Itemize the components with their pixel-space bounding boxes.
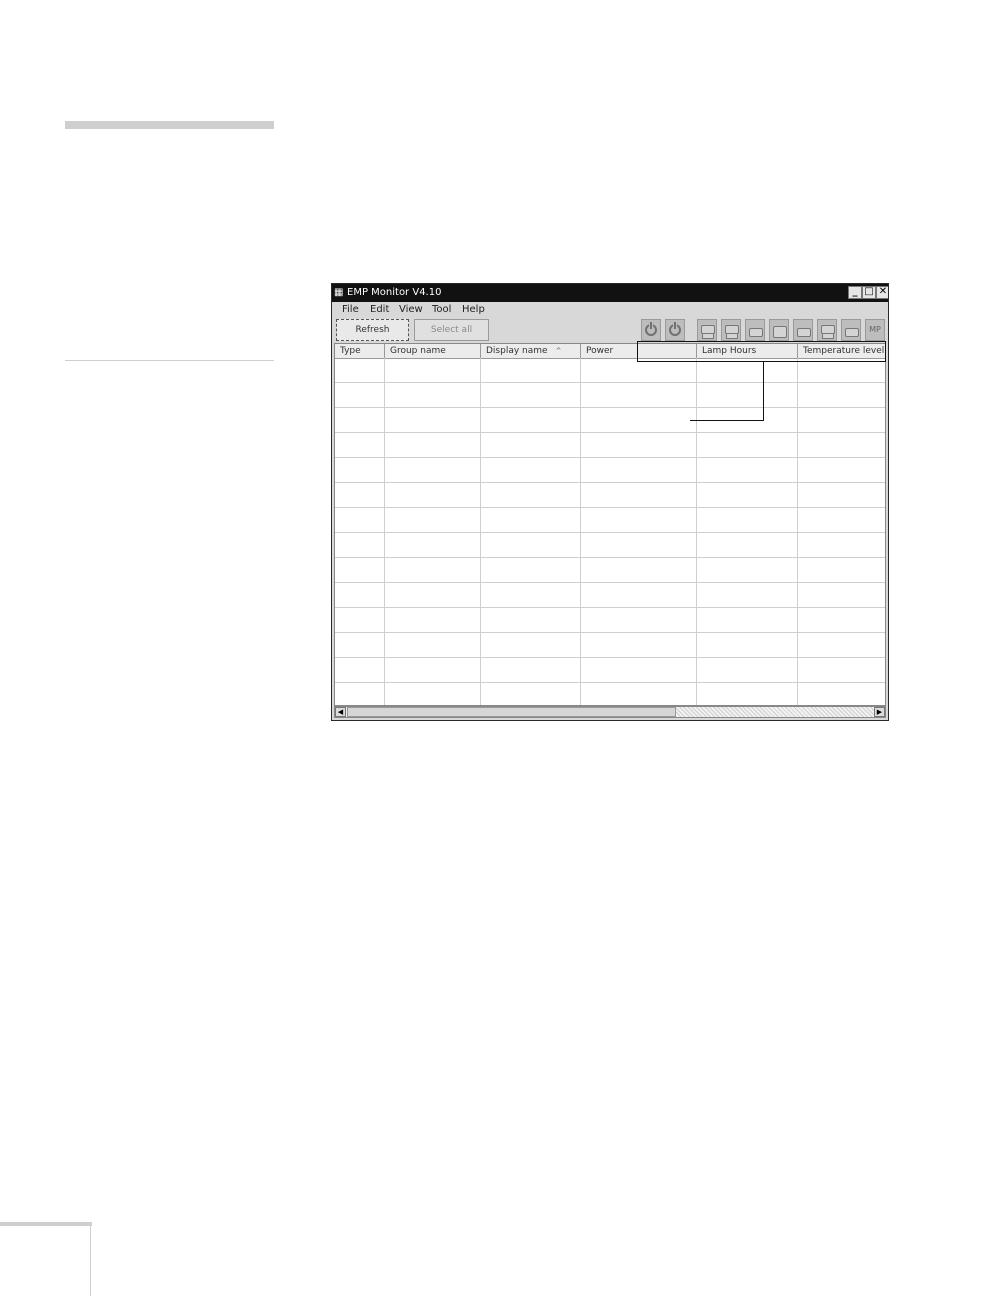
table-row [335,632,885,633]
input-usb-icon[interactable] [841,319,861,341]
margin-bar [65,121,274,129]
input-svideo-icon[interactable] [769,319,789,341]
sort-ascending-icon: ^ [555,347,562,355]
power-on-icon[interactable] [641,319,661,341]
column-power-label: Power [586,346,614,356]
table-row [335,607,885,608]
port-icon [773,326,787,338]
scroll-track[interactable] [676,707,874,717]
scroll-thumb[interactable] [347,707,676,717]
maximize-button[interactable]: □ [862,286,876,299]
power-on-icon-glyph [645,322,657,336]
input-dvi-icon[interactable] [793,319,813,341]
table-row [335,532,885,533]
menu-view[interactable]: View [399,304,423,315]
select-all-button[interactable]: Select all [414,319,489,341]
input-mp-icon[interactable]: MP [865,319,885,341]
input-computer-icon[interactable] [697,319,717,341]
port-icon [797,328,811,337]
menu-edit[interactable]: Edit [370,304,389,315]
menu-tool[interactable]: Tool [432,304,451,315]
app-icon: ▦ [334,287,344,298]
power-off-icon-glyph [669,322,681,336]
port-icon [822,333,834,339]
minimize-button[interactable]: _ [848,286,862,299]
horizontal-scrollbar[interactable]: ◀ ▶ [334,706,886,718]
port-icon [702,333,714,339]
input-video-icon[interactable] [745,319,765,341]
column-type-label: Type [340,346,361,356]
table-row [335,582,885,583]
close-button[interactable]: ✕ [876,286,888,299]
column-display-name[interactable]: Display name ^ [481,344,581,358]
table-row [335,682,885,683]
table-row [335,557,885,558]
scroll-right-icon[interactable]: ▶ [874,707,885,717]
page-corner-rule-vertical [90,1222,91,1296]
table-row [335,432,885,433]
port-icon [845,328,859,337]
port-icon [726,333,738,339]
window-title: EMP Monitor V4.10 [347,287,442,298]
refresh-button[interactable]: Refresh [336,319,409,341]
column-display-name-label: Display name [486,346,548,356]
table-row [335,457,885,458]
port-icon [749,328,763,337]
input-hdmi-icon[interactable] [817,319,837,341]
scroll-left-icon[interactable]: ◀ [335,707,346,717]
grid-line [885,358,886,705]
page-corner-rule [0,1222,92,1226]
table-row [335,382,885,383]
callout-bracket [637,341,886,362]
table-row [335,507,885,508]
margin-rule [65,360,274,361]
menu-file[interactable]: File [342,304,359,315]
projector-list[interactable]: Type Group name Display name ^ Power Lamp… [334,343,886,706]
column-group-name[interactable]: Group name [385,344,481,358]
callout-line [763,362,764,421]
input-component-icon[interactable] [721,319,741,341]
menu-help[interactable]: Help [462,304,485,315]
menu-bar: File Edit View Tool Help [332,302,888,318]
table-row [335,657,885,658]
column-group-name-label: Group name [390,346,446,356]
callout-line [690,420,764,421]
column-type[interactable]: Type [335,344,385,358]
table-row [335,407,885,408]
title-bar: ▦ EMP Monitor V4.10 _ □ ✕ [332,284,888,302]
power-off-icon[interactable] [665,319,685,341]
table-row [335,482,885,483]
